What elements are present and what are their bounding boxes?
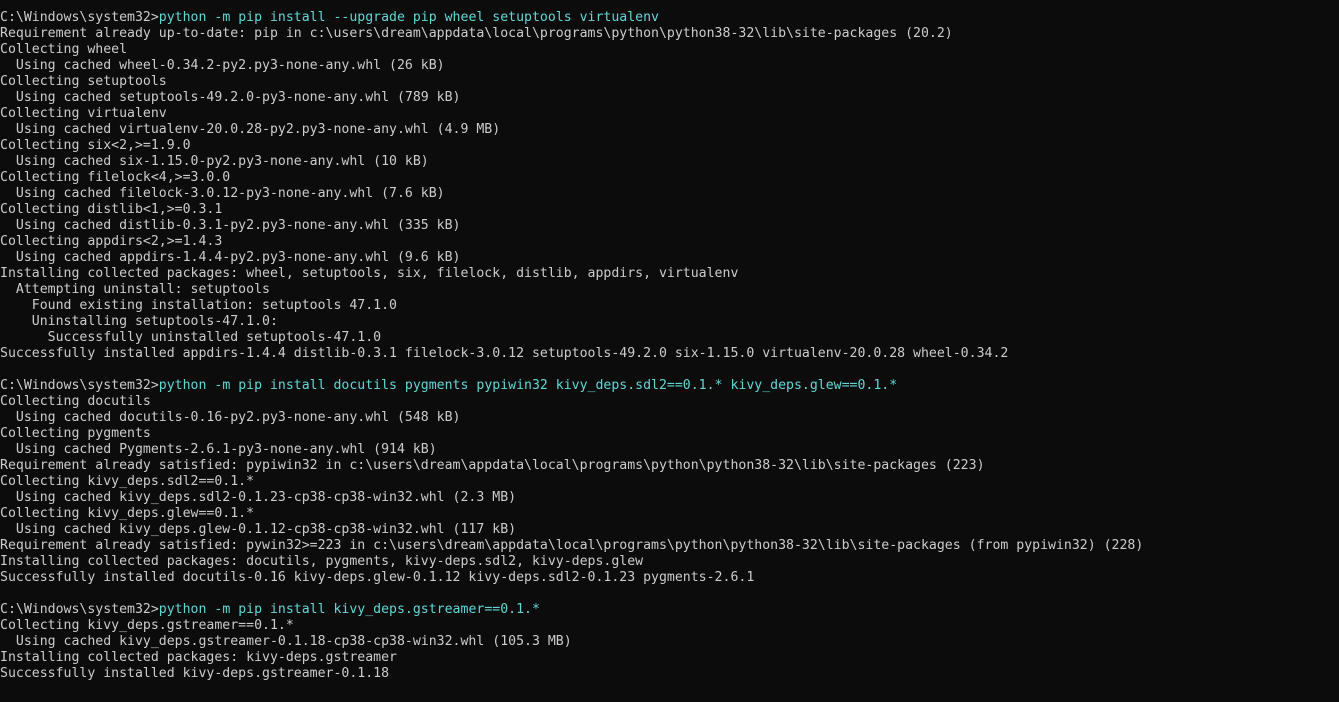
output-line: Using cached docutils-0.16-py2.py3-none-… — [0, 410, 461, 425]
output-line: Collecting pygments — [0, 426, 151, 441]
output-line: Attempting uninstall: setuptools — [0, 282, 270, 297]
output-line: Using cached wheel-0.34.2-py2.py3-none-a… — [0, 58, 445, 73]
command-prompt: C:\Windows\system32> — [0, 602, 159, 617]
output-line: Collecting six<2,>=1.9.0 — [0, 138, 191, 153]
output-line: Using cached virtualenv-20.0.28-py2.py3-… — [0, 122, 501, 137]
output-line: Successfully uninstalled setuptools-47.1… — [0, 330, 382, 345]
output-line: Found existing installation: setuptools … — [0, 298, 397, 313]
terminal-output[interactable]: C:\Windows\system32>python -m pip instal… — [0, 0, 1339, 702]
output-line: Installing collected packages: docutils,… — [0, 554, 644, 569]
output-line: Installing collected packages: kivy-deps… — [0, 650, 397, 665]
output-line: Requirement already satisfied: pywin32>=… — [0, 538, 1144, 553]
output-line: Collecting filelock<4,>=3.0.0 — [0, 170, 231, 185]
output-line: Collecting docutils — [0, 394, 151, 409]
command-line: C:\Windows\system32>python -m pip instal… — [0, 378, 1339, 394]
output-line: Using cached kivy_deps.glew-0.1.12-cp38-… — [0, 522, 517, 537]
output-line: Collecting setuptools — [0, 74, 167, 89]
output-line: Using cached setuptools-49.2.0-py3-none-… — [0, 90, 461, 105]
command-prompt: C:\Windows\system32> — [0, 10, 159, 25]
command-text: python -m pip install docutils pygments … — [158, 378, 898, 393]
output-line: Using cached appdirs-1.4.4-py2.py3-none-… — [0, 250, 461, 265]
command-text: python -m pip install kivy_deps.gstreame… — [158, 602, 540, 617]
output-line: Collecting appdirs<2,>=1.4.3 — [0, 234, 223, 249]
output-line: Successfully installed docutils-0.16 kiv… — [0, 570, 755, 585]
output-line: Using cached six-1.15.0-py2.py3-none-any… — [0, 154, 429, 169]
output-line: Using cached kivy_deps.gstreamer-0.1.18-… — [0, 634, 572, 649]
output-line: Collecting wheel — [0, 42, 128, 57]
output-line: Collecting virtualenv — [0, 106, 167, 121]
output-line: Collecting distlib<1,>=0.3.1 — [0, 202, 223, 217]
output-line: Using cached kivy_deps.sdl2-0.1.23-cp38-… — [0, 490, 517, 505]
output-line: Collecting kivy_deps.gstreamer==0.1.* — [0, 618, 294, 633]
output-line: Collecting kivy_deps.sdl2==0.1.* — [0, 474, 255, 489]
output-line: Uninstalling setuptools-47.1.0: — [0, 314, 278, 329]
output-line: Successfully installed appdirs-1.4.4 dis… — [0, 346, 1009, 361]
output-line: Using cached Pygments-2.6.1-py3-none-any… — [0, 442, 437, 457]
output-line: Using cached distlib-0.3.1-py2.py3-none-… — [0, 218, 461, 233]
output-line: Requirement already satisfied: pypiwin32… — [0, 458, 985, 473]
output-line: Requirement already up-to-date: pip in c… — [0, 26, 953, 41]
output-line: Successfully installed kivy-deps.gstream… — [0, 666, 390, 681]
output-line: Using cached filelock-3.0.12-py3-none-an… — [0, 186, 445, 201]
command-line: C:\Windows\system32>python -m pip instal… — [0, 602, 1339, 618]
command-line: C:\Windows\system32>python -m pip instal… — [0, 10, 1339, 26]
output-line: Collecting kivy_deps.glew==0.1.* — [0, 506, 255, 521]
command-prompt: C:\Windows\system32> — [0, 378, 159, 393]
command-text: python -m pip install --upgrade pip whee… — [158, 10, 659, 25]
output-line: Installing collected packages: wheel, se… — [0, 266, 739, 281]
